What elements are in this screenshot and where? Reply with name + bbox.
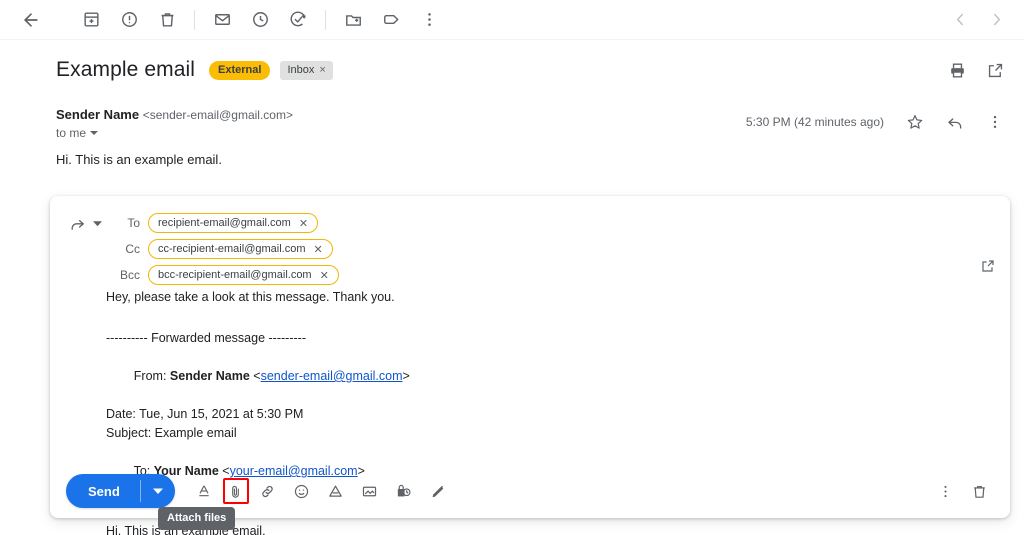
forward-icon[interactable] (66, 215, 88, 232)
compose-footer-actions (928, 476, 996, 506)
star-icon[interactable] (897, 104, 933, 140)
message-body: Hi. This is an example email. (56, 152, 222, 167)
forwarded-date-line: Date: Tue, Jun 15, 2021 at 5:30 PM (106, 407, 304, 421)
insert-signature-icon[interactable] (423, 476, 453, 506)
forwarded-divider: ---------- Forwarded message --------- (106, 331, 306, 345)
chevron-down-icon (90, 131, 99, 135)
to-me-label: to me (56, 126, 87, 140)
message-meta-actions: 5:30 PM (42 minutes ago) (746, 104, 1014, 140)
recipient-chip-to[interactable]: recipient-email@gmail.com ✕ (148, 213, 319, 233)
insert-photo-icon[interactable] (355, 476, 385, 506)
compose-type-dropdown-icon[interactable] (88, 219, 106, 228)
archive-icon[interactable] (73, 2, 109, 38)
label-chip-text: Inbox (287, 63, 315, 76)
from-email-open: < (249, 369, 261, 383)
compose-popout-icon[interactable] (980, 258, 996, 279)
message-more-options-icon[interactable] (977, 104, 1013, 140)
toolbar-divider (194, 9, 195, 30)
subject-row: Example email External Inbox × (56, 56, 1004, 84)
recipient-label-cc: Cc (125, 242, 140, 256)
formatting-toolbar (187, 476, 455, 506)
from-label: From: (133, 369, 170, 383)
sender-block: Sender Name <sender-email@gmail.com> to … (56, 106, 293, 140)
top-toolbar (0, 0, 1024, 40)
recipient-details-toggle[interactable]: to me (56, 126, 293, 140)
forwarded-subject-line: Subject: Example email (106, 426, 237, 440)
label-chip-inbox[interactable]: Inbox × (280, 60, 333, 80)
recipient-label-bcc: Bcc (119, 268, 140, 282)
subject-actions (938, 52, 1014, 88)
status-badge-external: External (209, 60, 271, 80)
send-button[interactable]: Send (66, 474, 175, 508)
quoted-body-text: Hi. This is an example email. (106, 524, 266, 535)
compose-message-text: Hey, please take a look at this message.… (106, 290, 395, 304)
older-message-button[interactable] (978, 2, 1014, 38)
from-name: Sender Name (169, 369, 250, 383)
recipient-row-cc: Cc cc-recipient-email@gmail.com ✕ (66, 236, 998, 262)
recipient-chip-bcc[interactable]: bcc-recipient-email@gmail.com ✕ (148, 265, 339, 285)
tooltip-attach-files: Attach files (158, 507, 236, 530)
insert-drive-file-icon[interactable] (321, 476, 351, 506)
insert-emoji-icon[interactable] (287, 476, 317, 506)
back-button[interactable] (13, 2, 49, 38)
from-email-link[interactable]: sender-email@gmail.com (261, 369, 403, 383)
snooze-icon[interactable] (242, 2, 278, 38)
recipient-chip-cc[interactable]: cc-recipient-email@gmail.com ✕ (148, 239, 333, 259)
add-to-tasks-icon[interactable] (280, 2, 316, 38)
recipient-row-to: To recipient-email@gmail.com ✕ (66, 210, 998, 236)
more-options-icon[interactable] (411, 2, 447, 38)
compose-recipients: To recipient-email@gmail.com ✕ Cc cc-rec… (50, 196, 1010, 288)
page-title: Example email (56, 58, 196, 81)
labels-icon[interactable] (373, 2, 409, 38)
formatting-options-icon[interactable] (189, 476, 219, 506)
discard-draft-icon[interactable] (964, 476, 994, 506)
close-icon[interactable]: × (319, 64, 325, 77)
recipient-chip-bcc-text: bcc-recipient-email@gmail.com (158, 269, 312, 281)
send-options-icon[interactable] (141, 474, 175, 508)
recipient-chip-to-text: recipient-email@gmail.com (158, 217, 291, 229)
sender-name: Sender Name (56, 107, 140, 122)
report-spam-icon[interactable] (111, 2, 147, 38)
remove-recipient-icon[interactable]: ✕ (313, 243, 322, 256)
compose-more-options-icon[interactable] (930, 476, 960, 506)
open-in-new-window-icon[interactable] (977, 52, 1013, 88)
send-button-label: Send (88, 483, 120, 499)
remove-recipient-icon[interactable]: ✕ (299, 217, 308, 230)
move-to-icon[interactable] (335, 2, 371, 38)
recipient-row-bcc: Bcc bcc-recipient-email@gmail.com ✕ (66, 262, 998, 288)
gmail-message-view: Example email External Inbox × Sender Na… (0, 0, 1024, 535)
message-timestamp: 5:30 PM (42 minutes ago) (745, 115, 884, 129)
insert-link-icon[interactable] (253, 476, 283, 506)
print-icon[interactable] (939, 52, 975, 88)
sender-email: <sender-email@gmail.com> (142, 108, 293, 122)
delete-icon[interactable] (149, 2, 185, 38)
mark-unread-icon[interactable] (204, 2, 240, 38)
attach-files-icon[interactable] (222, 478, 249, 504)
reply-icon[interactable] (937, 104, 973, 140)
remove-recipient-icon[interactable]: ✕ (320, 269, 329, 282)
forwarded-from-line: From: Sender Name <sender-email@gmail.co… (106, 348, 990, 405)
recipient-chip-cc-text: cc-recipient-email@gmail.com (158, 243, 306, 255)
newer-message-button[interactable] (942, 2, 978, 38)
recipient-label-to: To (127, 216, 140, 230)
compose-window: To recipient-email@gmail.com ✕ Cc cc-rec… (50, 196, 1010, 535)
toolbar-divider-2 (325, 9, 326, 30)
from-email-close: > (402, 369, 410, 383)
confidential-mode-icon[interactable] (389, 476, 419, 506)
